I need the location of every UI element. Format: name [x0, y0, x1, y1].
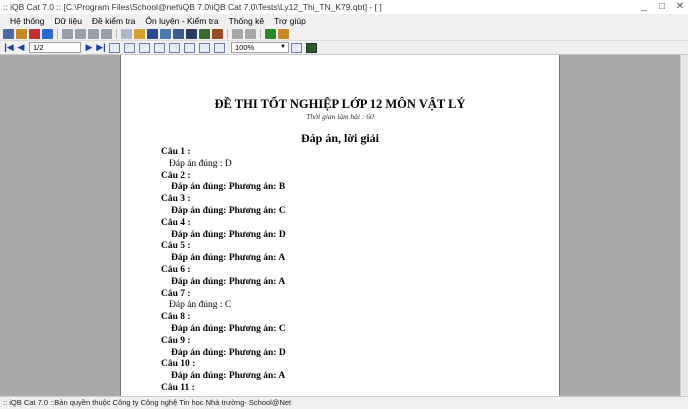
answer-text: Đáp án đúng : C [169, 300, 232, 311]
grid1-icon[interactable] [62, 28, 73, 39]
calculator-icon[interactable] [214, 42, 225, 53]
question-label: Câu 7 : [161, 288, 191, 299]
multi-page-icon[interactable] [139, 42, 150, 53]
grid4-icon[interactable] [101, 28, 112, 39]
zoom-select[interactable]: 100% ▼ [231, 42, 289, 53]
info-icon[interactable] [42, 28, 53, 39]
menu-bar: Hệ thống Dữ liệu Đề kiểm tra Ôn luyện - … [0, 14, 688, 27]
answer-text: Đáp án đúng: Phương án: C [171, 205, 286, 216]
next-page-icon[interactable]: ▶ [83, 42, 95, 53]
window-title: :: iQB Cat 7.0 :: [C:\Program Files\Scho… [3, 2, 382, 12]
close-preview-icon[interactable] [306, 42, 317, 53]
preview-icon[interactable] [173, 28, 184, 39]
title-bar: :: iQB Cat 7.0 :: [C:\Program Files\Scho… [0, 0, 688, 14]
exam-title: ĐỀ THI TỐT NGHIỆP LỚP 12 MÔN VẬT LÝ [214, 97, 466, 111]
report2-icon[interactable] [245, 28, 256, 39]
new-icon[interactable] [3, 28, 14, 39]
answer-text: Đáp án đúng: Phương án: A [171, 276, 286, 287]
main-toolbar [0, 27, 688, 41]
question-label: Câu 10 : [161, 359, 196, 370]
print-icon[interactable] [154, 42, 165, 53]
question-label: Câu 11 : [161, 382, 195, 393]
zoom-out-icon[interactable] [184, 42, 195, 53]
zoom-in-icon[interactable] [169, 42, 180, 53]
two-pages-icon[interactable] [124, 42, 135, 53]
toolbar-separator [116, 28, 117, 39]
page-number-input[interactable]: 1/2 [29, 42, 81, 53]
question-label: Câu 4 : [161, 217, 191, 228]
maximize-button[interactable]: □ [656, 1, 668, 13]
search-icon[interactable] [186, 28, 197, 39]
exam-time-label: Thời gian làm bài : 60 [306, 112, 374, 121]
question-label: Câu 1 : [161, 147, 191, 157]
report1-icon[interactable] [232, 28, 243, 39]
import-icon[interactable] [212, 28, 223, 39]
answer-list: Câu 1 : Đáp án đúng : D Câu 2 : Đáp án đúng… [161, 147, 286, 395]
window-controls: _ □ ✕ [638, 1, 686, 13]
grid3-icon[interactable] [88, 28, 99, 39]
close-button[interactable]: ✕ [674, 1, 686, 13]
question-label: Câu 3 : [161, 194, 191, 205]
answer-text: Đáp án đúng: Phương án: D [171, 347, 286, 358]
toolbar-separator [227, 28, 228, 39]
menu-de-kiem-tra[interactable]: Đề kiểm tra [87, 16, 140, 26]
toolbar-separator [57, 28, 58, 39]
question-label: Câu 6 : [161, 264, 191, 275]
last-page-icon[interactable]: ▶| [95, 42, 107, 53]
single-page-icon[interactable] [109, 42, 120, 53]
viewer-toolbar: |◀ ◀ 1/2 ▶ ▶| 100% ▼ [0, 41, 688, 55]
question-label: Câu 2 : [161, 170, 191, 181]
answer-text: Đáp án đúng: Phương án: A [171, 371, 286, 382]
status-bar: :: iQB Cat 7.0 ::Bản quyền thuộc Công ty… [0, 396, 688, 409]
users-icon[interactable] [29, 28, 40, 39]
grid2-icon[interactable] [75, 28, 86, 39]
vertical-scrollbar[interactable] [680, 55, 688, 396]
previous-page-icon[interactable]: ◀ [15, 42, 27, 53]
chevron-down-icon[interactable]: ▼ [280, 43, 288, 52]
menu-du-lieu[interactable]: Dữ liệu [50, 16, 87, 26]
folder-icon[interactable] [134, 28, 145, 39]
menu-on-luyen-kiem-tra[interactable]: Ôn luyện - Kiểm tra [140, 16, 223, 26]
menu-tro-giup[interactable]: Trợ giúp [269, 16, 311, 26]
toolbar-separator [260, 28, 261, 39]
question-label: Câu 5 : [161, 241, 191, 252]
tools-icon[interactable] [278, 28, 289, 39]
doc-icon[interactable] [121, 28, 132, 39]
menu-thong-ke[interactable]: Thống kê [224, 16, 269, 26]
menu-he-thong[interactable]: Hệ thống [5, 16, 50, 26]
answer-text: Đáp án đúng: Phương án: B [171, 182, 286, 193]
question-label: Câu 8 : [161, 312, 191, 323]
help-icon[interactable] [265, 28, 276, 39]
open-icon[interactable] [16, 28, 27, 39]
export-icon[interactable] [199, 28, 210, 39]
answer-text: Đáp án đúng: Phương án: C [171, 323, 286, 334]
answer-text: Đáp án đúng : D [169, 158, 232, 169]
answer-text: Đáp án đúng: Phương án: D [171, 229, 286, 240]
zoom-value: 100% [235, 43, 255, 52]
edit-icon[interactable] [160, 28, 171, 39]
minimize-button[interactable]: _ [638, 1, 650, 13]
question-label: Câu 9 : [161, 335, 191, 346]
document-page: ĐỀ THI TỐT NGHIỆP LỚP 12 MÔN VẬT LÝ Thời… [120, 55, 560, 396]
find-text-icon[interactable] [199, 42, 210, 53]
first-page-icon[interactable]: |◀ [3, 42, 15, 53]
answers-heading: Đáp án, lời giải [301, 131, 379, 145]
export-report-icon[interactable] [291, 42, 302, 53]
save-icon[interactable] [147, 28, 158, 39]
answer-text: Đáp án đúng: Phương án: A [171, 253, 286, 264]
document-viewer: ĐỀ THI TỐT NGHIỆP LỚP 12 MÔN VẬT LÝ Thời… [0, 55, 688, 396]
